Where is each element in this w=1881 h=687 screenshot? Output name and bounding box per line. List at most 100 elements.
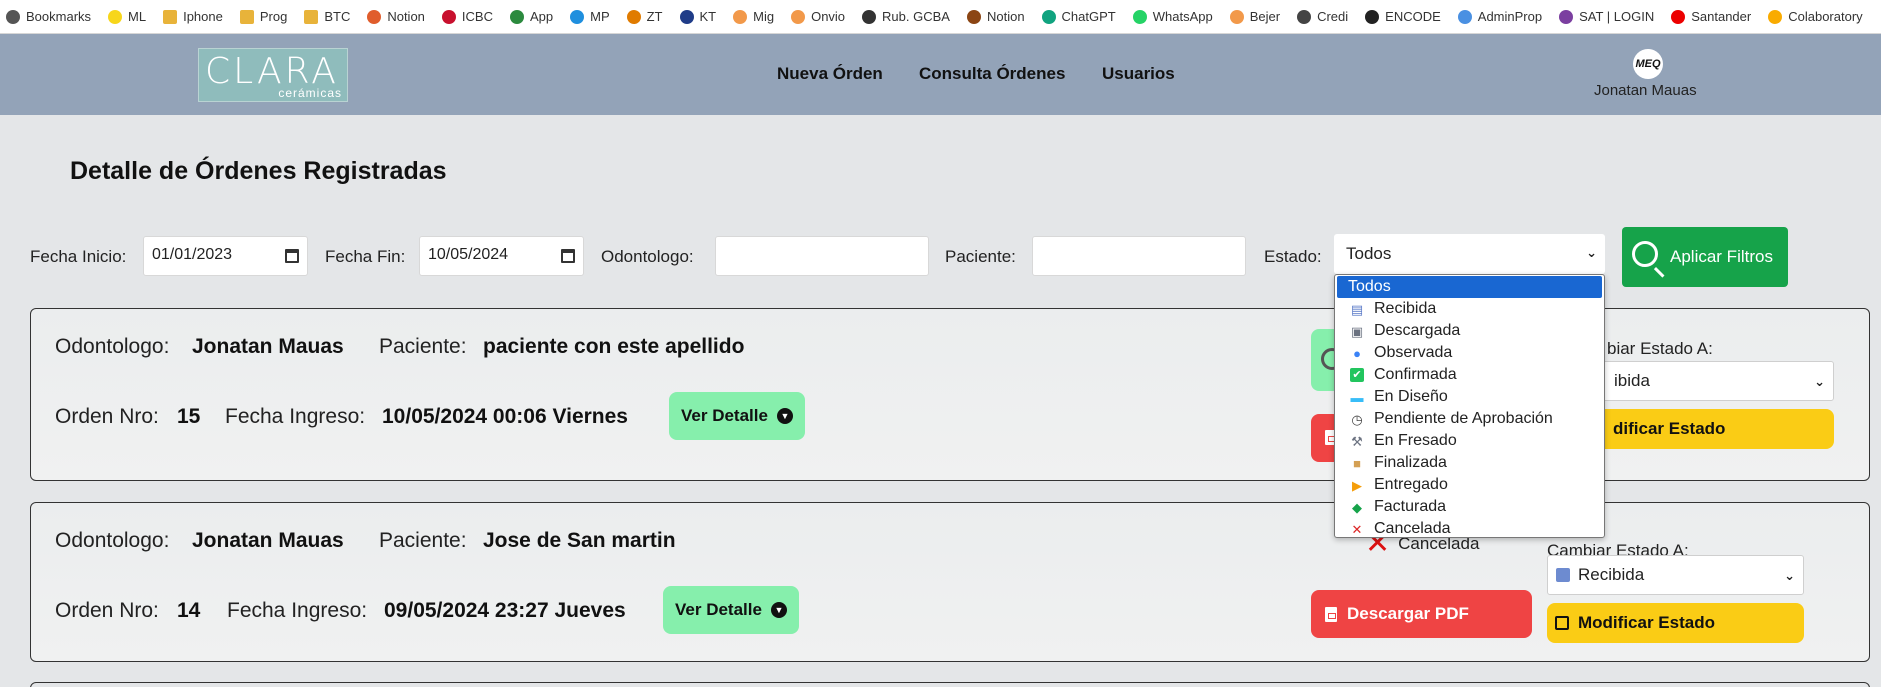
bookmark-item[interactable]: KT — [679, 9, 717, 24]
dropdown-option-label: Descargada — [1374, 322, 1461, 339]
start-date-input[interactable]: 01/01/2023 — [143, 236, 308, 276]
dropdown-option[interactable]: ▣ Descargada — [1335, 320, 1604, 342]
download-pdf-button[interactable]: Descargar PDF — [1311, 590, 1532, 638]
patient-name: paciente con este apellido — [483, 335, 745, 358]
bookmark-item[interactable]: BTC — [304, 9, 350, 24]
bookmark-item[interactable]: Iphone — [163, 9, 223, 24]
bookmark-item[interactable]: Notion — [966, 9, 1025, 24]
kt-icon — [679, 9, 694, 24]
mig-icon — [733, 9, 748, 24]
bookmark-label: KT — [699, 9, 717, 24]
dropdown-option[interactable]: ▶ Entregado — [1335, 474, 1604, 496]
bookmark-item[interactable]: Mig — [733, 9, 774, 24]
user-name[interactable]: Jonatan Mauas — [1594, 82, 1697, 99]
dropdown-option[interactable]: ✕ Cancelada — [1335, 518, 1604, 540]
bookmark-label: WhatsApp — [1152, 9, 1213, 24]
bookmark-label: SAT | LOGIN — [1579, 9, 1655, 24]
mercadolibre-icon — [108, 9, 123, 24]
globe-icon — [1365, 9, 1380, 24]
apply-filters-button[interactable]: Aplicar Filtros — [1622, 227, 1788, 287]
change-state-value: Recibida — [1578, 565, 1645, 584]
nav-usuarios[interactable]: Usuarios — [1102, 64, 1175, 84]
patient-filter-input[interactable] — [1032, 236, 1246, 276]
clara-logo[interactable]: CLARA cerámicas — [198, 48, 348, 102]
tools-icon: ⚒ — [1351, 433, 1363, 449]
notion-icon — [966, 9, 981, 24]
calendar-icon[interactable] — [285, 249, 299, 263]
change-state-select[interactable]: Recibida ⌄ — [1547, 555, 1804, 595]
nav-consulta-ordenes[interactable]: Consulta Órdenes — [919, 64, 1065, 84]
bookmark-label: Rub. GCBA — [882, 9, 950, 24]
dropdown-option[interactable]: ✔ Confirmada — [1335, 364, 1604, 386]
dropdown-option-label: Cancelada — [1374, 520, 1451, 537]
bookmark-item[interactable]: ChatGPT — [1041, 9, 1116, 24]
bookmark-item[interactable]: Notion — [367, 9, 425, 24]
dropdown-option[interactable]: ◆ Facturada — [1335, 496, 1604, 518]
bookmark-item[interactable]: Bookmarks — [6, 9, 91, 24]
bookmark-item[interactable]: Prog — [239, 9, 287, 24]
bookmark-item[interactable]: Onvio — [791, 9, 845, 24]
bookmark-label: BTC — [324, 9, 351, 24]
dropdown-option[interactable]: ● Observada — [1335, 342, 1604, 364]
folder-icon — [304, 9, 319, 24]
bookmark-item[interactable]: Colaboratory — [1768, 9, 1863, 24]
modify-state-button[interactable]: dificar Estado — [1577, 409, 1834, 449]
end-date-value: 10/05/2024 — [428, 246, 509, 263]
start-date-value: 01/01/2023 — [152, 246, 233, 263]
money-icon: ◆ — [1352, 499, 1362, 515]
bookmark-item[interactable]: ZT — [626, 9, 663, 24]
bookmark-label: ZT — [646, 9, 663, 24]
entry-date: 09/05/2024 23:27 Jueves — [384, 599, 626, 622]
dropdown-option-label: Todos — [1348, 278, 1391, 295]
modify-state-button[interactable]: Modificar Estado — [1547, 603, 1804, 643]
pdf-icon — [1325, 606, 1337, 622]
dentist-filter-input[interactable] — [715, 236, 929, 276]
dropdown-option[interactable]: ▬ En Diseño — [1335, 386, 1604, 408]
dentist-label: Odontologo: — [55, 335, 170, 358]
state-filter-select[interactable]: Todos ⌄ — [1334, 234, 1605, 274]
list-icon — [367, 9, 382, 24]
bookmark-item[interactable]: ML — [108, 9, 146, 24]
bookmark-item[interactable]: AdminProp — [1457, 9, 1542, 24]
dropdown-option[interactable]: ▤ Recibida — [1335, 298, 1604, 320]
bookmark-item[interactable]: MP — [570, 9, 610, 24]
printer-icon: ▣ — [1350, 323, 1364, 339]
bookmark-item[interactable]: App — [509, 9, 553, 24]
dentist-name: Jonatan Mauas — [192, 335, 344, 358]
change-state-select[interactable]: ibida ⌄ — [1577, 361, 1834, 401]
inbox-icon — [1556, 568, 1570, 582]
chevron-down-icon: ▼ — [770, 602, 787, 618]
bookmark-item[interactable]: Credi — [1297, 9, 1348, 24]
dropdown-option[interactable]: ◷ Pendiente de Aprobación — [1335, 408, 1604, 430]
bookmark-label: ChatGPT — [1061, 9, 1116, 24]
calendar-icon[interactable] — [561, 249, 575, 263]
view-detail-button[interactable]: Ver Detalle ▼ — [669, 392, 805, 440]
bookmark-item[interactable]: Bejer — [1229, 9, 1280, 24]
entry-date-label: Fecha Ingreso: — [225, 405, 366, 428]
dropdown-option[interactable]: ■ Finalizada — [1335, 452, 1604, 474]
bookmarks-bar: Bookmarks ML Iphone Prog BTC Notion ICBC App MP Z… — [0, 0, 1881, 34]
bookmark-item[interactable]: Santander — [1671, 9, 1751, 24]
dentist-name: Jonatan Mauas — [192, 529, 344, 552]
end-date-input[interactable]: 10/05/2024 — [419, 236, 584, 276]
dropdown-option-label: Finalizada — [1374, 454, 1447, 471]
bookmark-item[interactable]: WhatsApp — [1132, 9, 1213, 24]
bookmark-item[interactable]: Rub. GCBA — [862, 9, 950, 24]
avatar[interactable]: MEQ — [1633, 49, 1663, 79]
bookmark-icon — [6, 9, 20, 24]
state-filter-dropdown[interactable]: Todos ▤ Recibida ▣ Descargada ● Observada ✔ Conf… — [1334, 274, 1605, 538]
modify-state-label: dificar Estado — [1613, 419, 1726, 438]
bookmark-item[interactable]: ICBC — [441, 9, 493, 24]
nav-nueva-orden[interactable]: Nueva Órden — [777, 64, 883, 84]
bookmark-item[interactable]: SAT | LOGIN — [1559, 9, 1654, 24]
dropdown-option[interactable]: Todos — [1337, 276, 1602, 298]
patient-name: Jose de San martin — [483, 529, 676, 552]
view-detail-button[interactable]: Ver Detalle ▼ — [663, 586, 799, 634]
bookmark-item[interactable]: ENCODE — [1365, 9, 1441, 24]
dropdown-option-label: En Diseño — [1374, 388, 1448, 405]
bookmark-label: ML — [128, 9, 147, 24]
package-icon: ■ — [1353, 455, 1361, 471]
order-card — [30, 682, 1870, 687]
order-number-label: Orden Nro: — [55, 405, 159, 428]
dropdown-option[interactable]: ⚒ En Fresado — [1335, 430, 1604, 452]
